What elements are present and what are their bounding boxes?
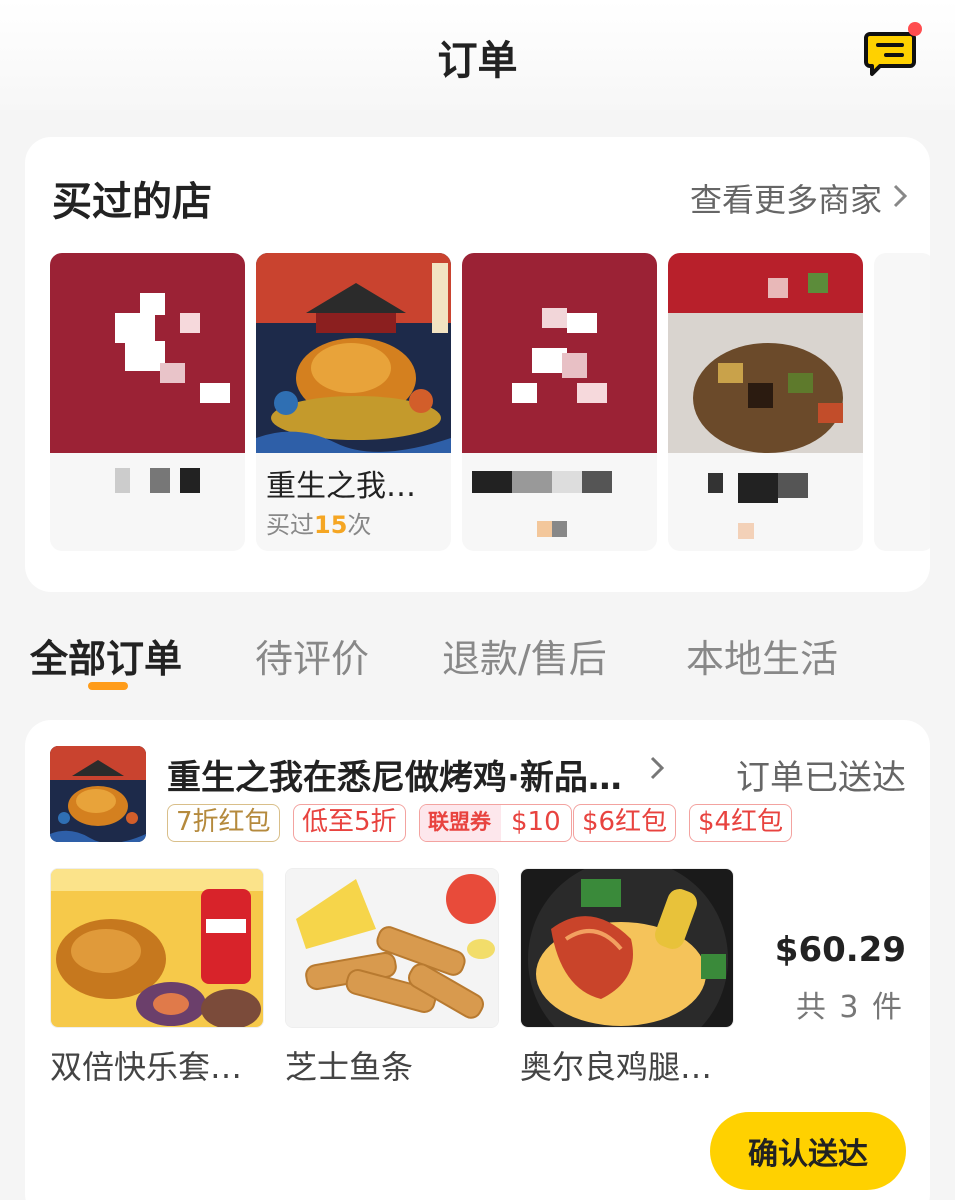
order-tabs: 全部订单 待评价 退款/售后 本地生活 bbox=[0, 622, 955, 702]
tab-refund-aftersale[interactable]: 退款/售后 bbox=[442, 628, 607, 683]
tab-local-life[interactable]: 本地生活 bbox=[686, 628, 838, 683]
order-total-price: $60.29 bbox=[774, 930, 906, 970]
order-shop-name[interactable]: 重生之我在悉尼做烤鸡·新品… bbox=[167, 750, 622, 799]
order-item[interactable]: 奥尔良鸡腿… bbox=[520, 868, 734, 1088]
shop-card[interactable] bbox=[50, 253, 245, 551]
order-shop-logo[interactable] bbox=[50, 746, 146, 842]
chat-message-icon[interactable] bbox=[864, 22, 922, 78]
union-coupon-label: 联盟券 bbox=[420, 805, 501, 841]
confirm-delivery-button[interactable]: 确认送达 bbox=[710, 1112, 906, 1190]
purchase-count-suffix: 次 bbox=[347, 511, 372, 539]
shops-section-title: 买过的店 bbox=[52, 179, 212, 225]
shop-image-roast-chicken bbox=[256, 253, 451, 453]
shop-image bbox=[462, 253, 657, 453]
union-coupon-tag: 联盟券 $10 bbox=[419, 804, 572, 842]
view-more-shops-link[interactable]: 查看更多商家 bbox=[690, 175, 908, 221]
purchase-count: 买过15次 bbox=[266, 505, 371, 540]
item-image-orleans-chicken bbox=[520, 868, 734, 1028]
purchased-shops-card: 买过的店 查看更多商家 重生之我… 买过15次 bbox=[25, 137, 930, 592]
purchase-count-number: 15 bbox=[314, 511, 348, 539]
promo-tag: 低至5折 bbox=[293, 804, 406, 842]
shop-card[interactable]: 重生之我… 买过15次 bbox=[256, 253, 451, 551]
chevron-right-icon[interactable] bbox=[649, 754, 665, 789]
purchase-count-prefix: 买过 bbox=[266, 511, 314, 539]
unread-dot bbox=[908, 22, 922, 36]
tab-all-orders[interactable]: 全部订单 bbox=[30, 628, 182, 683]
shop-image bbox=[50, 253, 245, 453]
order-status: 订单已送达 bbox=[736, 758, 906, 798]
promo-tag: $4红包 bbox=[689, 804, 793, 842]
item-image-cheese-fish-sticks bbox=[285, 868, 499, 1028]
item-image-combo bbox=[50, 868, 264, 1028]
chevron-right-icon bbox=[892, 179, 908, 217]
page-title: 订单 bbox=[437, 38, 518, 84]
shop-card[interactable] bbox=[668, 253, 863, 551]
shops-carousel[interactable]: 重生之我… 买过15次 bbox=[50, 253, 930, 553]
union-coupon-value: $10 bbox=[511, 807, 561, 837]
shop-image bbox=[668, 253, 863, 453]
order-item[interactable]: 芝士鱼条 bbox=[285, 868, 499, 1088]
promo-tag: 7折红包 bbox=[167, 804, 280, 842]
item-name: 芝士鱼条 bbox=[285, 1048, 414, 1086]
top-bar: 订单 bbox=[0, 0, 955, 110]
shop-name: 重生之我… bbox=[266, 469, 416, 504]
active-tab-indicator bbox=[88, 682, 128, 690]
order-item-count: 共 3 件 bbox=[795, 990, 904, 1025]
shop-card[interactable] bbox=[874, 253, 930, 551]
promo-tag: $6红包 bbox=[573, 804, 677, 842]
order-card[interactable]: 重生之我在悉尼做烤鸡·新品… 订单已送达 7折红包 低至5折 联盟券 $10 $… bbox=[25, 720, 930, 1200]
item-name: 双倍快乐套… bbox=[50, 1048, 243, 1086]
tab-to-review[interactable]: 待评价 bbox=[255, 628, 369, 683]
item-name: 奥尔良鸡腿… bbox=[520, 1048, 713, 1086]
order-item[interactable]: 双倍快乐套… bbox=[50, 868, 264, 1088]
view-more-shops-label: 查看更多商家 bbox=[689, 181, 882, 219]
shop-card[interactable] bbox=[462, 253, 657, 551]
